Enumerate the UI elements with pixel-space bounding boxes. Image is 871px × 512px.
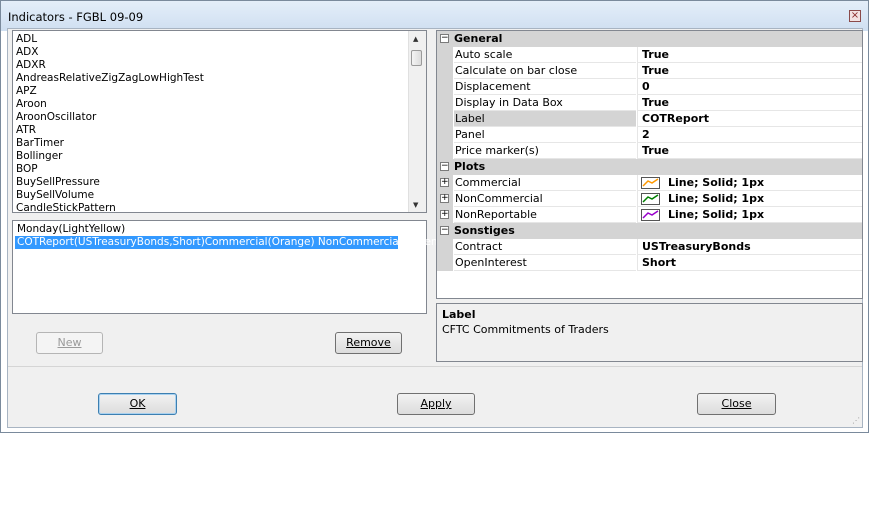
property-row[interactable]: Auto scale True	[437, 47, 862, 63]
new-button-label: New	[57, 336, 82, 349]
indicator-list-item[interactable]: AndreasRelativeZigZagLowHighTest	[16, 72, 204, 85]
indicator-list-item[interactable]: ATR	[16, 124, 204, 137]
scroll-up-arrow-icon[interactable]: ▲	[413, 35, 418, 43]
property-name: Price marker(s)	[454, 143, 636, 159]
title-bar: Indicators - FGBL 09-09 ×	[1, 1, 868, 31]
remove-button[interactable]: Remove	[335, 332, 402, 354]
plot-style-text: Line; Solid; 1px	[668, 192, 765, 205]
property-value[interactable]: Line; Solid; 1px	[637, 175, 862, 191]
indicator-list-scrollbar[interactable]: ▲ ▼	[408, 31, 426, 212]
property-name: NonCommercial	[454, 191, 636, 207]
collapse-icon[interactable]: −	[440, 34, 449, 43]
ok-button[interactable]: OK	[98, 393, 177, 415]
indicator-list-item[interactable]: BuySellVolume	[16, 189, 204, 202]
dialog-client-area: ADL ADX ADXR AndreasRelativeZigZagLowHig…	[7, 28, 863, 428]
property-row[interactable]: Calculate on bar close True	[437, 63, 862, 79]
category-title: General	[454, 32, 503, 45]
applied-indicators-list[interactable]: Monday(LightYellow) COTReport(USTreasury…	[12, 220, 442, 314]
property-name: Calculate on bar close	[454, 63, 636, 79]
property-name: Contract	[454, 239, 636, 255]
indicator-list-item[interactable]: CandleStickPattern	[16, 202, 204, 212]
resize-grip-icon[interactable]: ⋰	[852, 416, 860, 425]
plot-style-text: Line; Solid; 1px	[668, 208, 765, 221]
property-value[interactable]: True	[637, 143, 862, 159]
close-window-icon[interactable]: ×	[849, 10, 861, 22]
apply-button[interactable]: Apply	[397, 393, 475, 415]
divider	[8, 366, 862, 367]
property-row-selected[interactable]: Label COTReport	[437, 111, 862, 127]
property-row[interactable]: Display in Data Box True	[437, 95, 862, 111]
property-value[interactable]: USTreasuryBonds	[637, 239, 862, 255]
collapse-icon[interactable]: −	[440, 226, 449, 235]
property-row[interactable]: Displacement 0	[437, 79, 862, 95]
property-value[interactable]: True	[637, 95, 862, 111]
plot-row-nonreportable[interactable]: + NonReportable Line; Solid; 1px	[437, 207, 862, 223]
close-button-label: Close	[721, 397, 752, 410]
property-name: NonReportable	[454, 207, 636, 223]
line-color-swatch-icon	[641, 209, 660, 221]
scrollbar-thumb[interactable]	[411, 50, 422, 66]
indicator-list-item[interactable]: APZ	[16, 85, 204, 98]
property-row[interactable]: Contract USTreasuryBonds	[437, 239, 862, 255]
applied-indicator-item-selected[interactable]: COTReport(USTreasuryBonds,Short)Commerci…	[15, 236, 442, 249]
property-value[interactable]: COTReport	[637, 111, 862, 127]
plot-style-text: Line; Solid; 1px	[668, 176, 765, 189]
indicator-list-item[interactable]: ADX	[16, 46, 204, 59]
category-title: Sonstiges	[454, 224, 515, 237]
property-name: Displacement	[454, 79, 636, 95]
property-row[interactable]: Panel 2	[437, 127, 862, 143]
category-plots[interactable]: − Plots	[437, 159, 862, 175]
line-color-swatch-icon	[641, 177, 660, 189]
indicator-list-item[interactable]: ADL	[16, 33, 204, 46]
indicator-list-item[interactable]: ADXR	[16, 59, 204, 72]
expand-icon[interactable]: +	[440, 210, 449, 219]
property-value[interactable]: True	[637, 47, 862, 63]
expand-icon[interactable]: +	[440, 194, 449, 203]
category-sonstiges[interactable]: − Sonstiges	[437, 223, 862, 239]
plot-row-noncommercial[interactable]: + NonCommercial Line; Solid; 1px	[437, 191, 862, 207]
indicator-list-item[interactable]: BOP	[16, 163, 204, 176]
description-title: Label	[442, 308, 476, 321]
collapse-icon[interactable]: −	[440, 162, 449, 171]
property-name: Display in Data Box	[454, 95, 636, 111]
property-value[interactable]: 2	[637, 127, 862, 143]
property-value[interactable]: 0	[637, 79, 862, 95]
indicator-list-item[interactable]: BuySellPressure	[16, 176, 204, 189]
indicator-list[interactable]: ADL ADX ADXR AndreasRelativeZigZagLowHig…	[12, 30, 427, 213]
indicator-list-item[interactable]: Aroon	[16, 98, 204, 111]
ok-button-label: OK	[129, 397, 146, 410]
description-pane: Label CFTC Commitments of Traders	[436, 303, 863, 362]
property-value[interactable]: True	[637, 63, 862, 79]
property-name: OpenInterest	[454, 255, 636, 271]
description-text: CFTC Commitments of Traders	[442, 323, 609, 336]
line-color-swatch-icon	[641, 193, 660, 205]
property-name: Label	[454, 111, 636, 127]
property-row[interactable]: Price marker(s) True	[437, 143, 862, 159]
property-name: Panel	[454, 127, 636, 143]
indicator-list-item[interactable]: AroonOscillator	[16, 111, 204, 124]
close-button[interactable]: Close	[697, 393, 776, 415]
property-value[interactable]: Short	[637, 255, 862, 271]
indicator-list-item[interactable]: BarTimer	[16, 137, 204, 150]
property-grid[interactable]: − General Auto scale True Calculate on b…	[436, 30, 863, 299]
remove-button-label: Remove	[346, 336, 391, 349]
indicators-dialog: Indicators - FGBL 09-09 × ADL ADX ADXR A…	[0, 0, 869, 433]
property-name: Auto scale	[454, 47, 636, 63]
property-row[interactable]: OpenInterest Short	[437, 255, 862, 271]
scroll-down-arrow-icon[interactable]: ▼	[413, 201, 418, 209]
new-button[interactable]: New	[36, 332, 103, 354]
plot-row-commercial[interactable]: + Commercial Line; Solid; 1px	[437, 175, 862, 191]
property-value[interactable]: Line; Solid; 1px	[637, 191, 862, 207]
category-general[interactable]: − General	[437, 31, 862, 47]
apply-button-label: Apply	[420, 397, 452, 410]
expand-icon[interactable]: +	[440, 178, 449, 187]
window-title: Indicators - FGBL 09-09	[8, 10, 144, 24]
category-title: Plots	[454, 160, 486, 173]
property-name: Commercial	[454, 175, 636, 191]
property-value[interactable]: Line; Solid; 1px	[637, 207, 862, 223]
indicator-list-item[interactable]: Bollinger	[16, 150, 204, 163]
applied-indicator-item[interactable]: Monday(LightYellow)	[15, 223, 125, 236]
